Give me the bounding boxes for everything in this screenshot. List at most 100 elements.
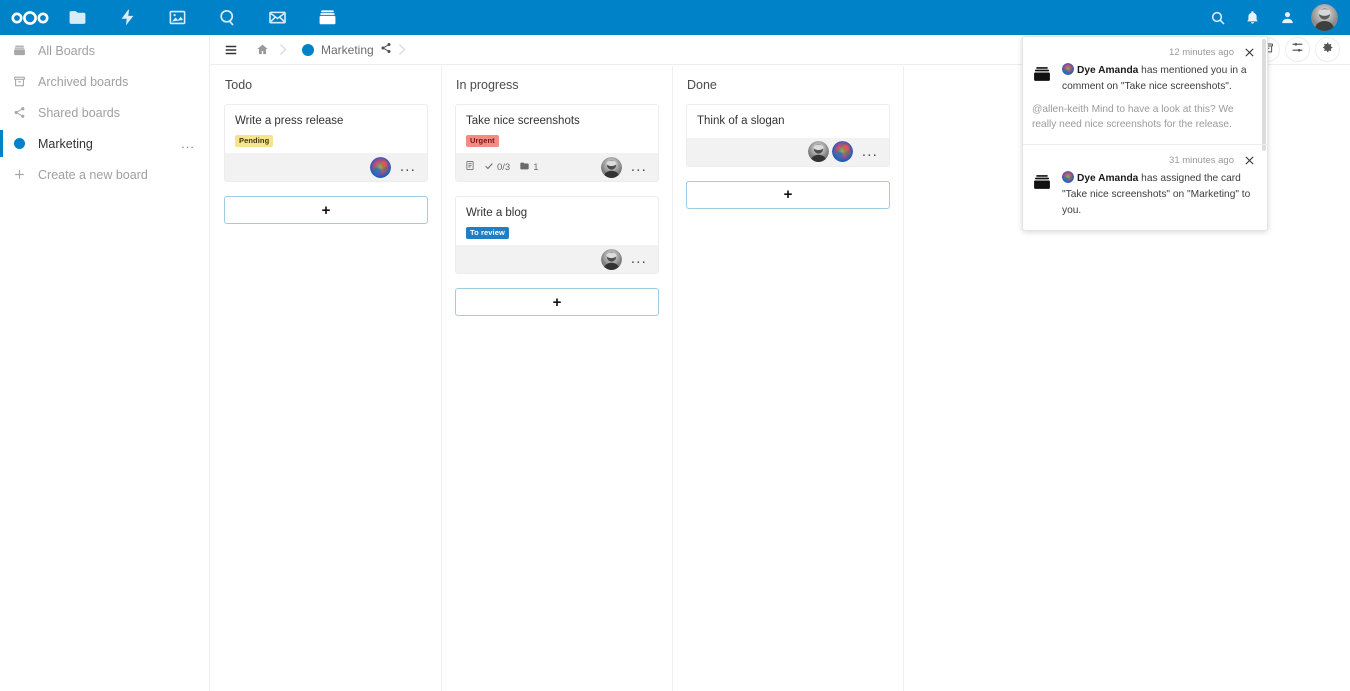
breadcrumb-board-name[interactable]: Marketing bbox=[321, 43, 374, 57]
stack-title: Todo bbox=[225, 78, 428, 92]
plus-icon bbox=[8, 168, 30, 181]
avatar[interactable] bbox=[808, 141, 829, 162]
deck-box-icon bbox=[318, 8, 337, 27]
card-footer: 0/3 1 bbox=[456, 153, 658, 181]
stack-title: Done bbox=[687, 78, 890, 92]
nextcloud-logo[interactable] bbox=[0, 0, 60, 35]
card-labels: Urgent bbox=[466, 135, 648, 147]
close-icon[interactable] bbox=[1242, 153, 1257, 168]
folder-icon bbox=[68, 8, 87, 27]
board-toolbar-actions bbox=[1255, 37, 1350, 62]
card-footer: ... bbox=[687, 138, 889, 166]
board-color-dot-icon bbox=[302, 44, 314, 56]
notification-time: 31 minutes ago bbox=[1169, 155, 1234, 166]
sidebar-item-marketing[interactable]: Marketing ... bbox=[0, 128, 209, 159]
sidebar: All Boards Archived boards Shared boards… bbox=[0, 35, 210, 691]
notification-text: Dye Amanda has assigned the card "Take n… bbox=[1062, 171, 1257, 218]
card-footer: ... bbox=[225, 153, 427, 181]
plus-icon: + bbox=[322, 203, 331, 218]
card[interactable]: Write a blog To review bbox=[455, 196, 659, 274]
search-icon[interactable] bbox=[1200, 0, 1235, 35]
sidebar-item-label: Shared boards bbox=[38, 106, 120, 120]
avatar bbox=[1062, 63, 1074, 75]
card-description-badge bbox=[465, 160, 475, 174]
share-icon[interactable] bbox=[380, 41, 392, 59]
notification-time: 12 minutes ago bbox=[1169, 47, 1234, 58]
card-label: To review bbox=[466, 227, 509, 239]
notification-header: 31 minutes ago bbox=[1032, 150, 1257, 170]
share-icon bbox=[8, 106, 30, 119]
envelope-icon bbox=[268, 8, 287, 27]
sidebar-item-label: Archived boards bbox=[38, 75, 128, 89]
sidebar-item-label: Marketing bbox=[38, 137, 93, 151]
sidebar-item-shared-boards[interactable]: Shared boards bbox=[0, 97, 209, 128]
add-card-button-done[interactable]: + bbox=[686, 181, 890, 209]
sidebar-item-create-board[interactable]: Create a new board bbox=[0, 159, 209, 190]
notification-header: 12 minutes ago bbox=[1032, 42, 1257, 62]
sidebar-item-all-boards[interactable]: All Boards bbox=[0, 35, 209, 66]
plus-icon: + bbox=[553, 295, 562, 310]
filter-icon bbox=[1291, 41, 1304, 59]
check-icon bbox=[484, 161, 494, 174]
image-icon bbox=[168, 8, 187, 27]
card-footer-right: ... bbox=[808, 141, 881, 162]
home-icon[interactable] bbox=[251, 39, 273, 61]
card-checklist-count: 0/3 bbox=[497, 162, 510, 173]
avatar[interactable] bbox=[370, 157, 391, 178]
card-menu-button[interactable]: ... bbox=[625, 164, 650, 170]
card-menu-button[interactable]: ... bbox=[394, 164, 419, 170]
card[interactable]: Take nice screenshots Urgent bbox=[455, 104, 659, 182]
nav-app-deck[interactable] bbox=[310, 0, 345, 35]
card-body: Think of a slogan bbox=[687, 105, 889, 138]
card-label: Pending bbox=[235, 135, 273, 147]
card-footer-right: ... bbox=[370, 157, 419, 178]
avatar[interactable] bbox=[601, 157, 622, 178]
avatar[interactable] bbox=[832, 141, 853, 162]
nav-app-activity[interactable] bbox=[110, 0, 145, 35]
card-menu-button[interactable]: ... bbox=[856, 149, 881, 155]
contacts-icon[interactable] bbox=[1270, 0, 1305, 35]
card[interactable]: Write a press release Pending bbox=[224, 104, 428, 182]
sidebar-item-menu-button[interactable]: ... bbox=[181, 140, 195, 148]
card-menu-button[interactable]: ... bbox=[625, 256, 650, 262]
notification-body: Dye Amanda has mentioned you in a commen… bbox=[1032, 63, 1257, 95]
description-icon bbox=[465, 160, 475, 174]
add-card-button-todo[interactable]: + bbox=[224, 196, 428, 224]
archive-icon bbox=[8, 75, 30, 88]
card-attachment-count: 1 bbox=[533, 162, 538, 173]
sidebar-item-label: Create a new board bbox=[38, 168, 148, 182]
bell-icon[interactable] bbox=[1235, 0, 1270, 35]
card[interactable]: Think of a slogan bbox=[686, 104, 890, 167]
stack-in-progress: In progress Take nice screenshots Urgent bbox=[442, 66, 673, 691]
plus-icon: + bbox=[784, 187, 793, 202]
hamburger-icon[interactable] bbox=[220, 39, 242, 61]
lightning-icon bbox=[118, 8, 137, 27]
stack-todo: Todo Write a press release Pending bbox=[211, 66, 442, 691]
deck-box-icon bbox=[1032, 63, 1054, 90]
sidebar-item-archived-boards[interactable]: Archived boards bbox=[0, 66, 209, 97]
nav-app-files[interactable] bbox=[60, 0, 95, 35]
filter-button[interactable] bbox=[1285, 37, 1310, 62]
board-settings-button[interactable] bbox=[1315, 37, 1340, 62]
close-icon[interactable] bbox=[1242, 45, 1257, 60]
notification-text: Dye Amanda has mentioned you in a commen… bbox=[1062, 63, 1257, 95]
notification-actor: Dye Amanda bbox=[1077, 173, 1138, 184]
add-card-button-in-progress[interactable]: + bbox=[455, 288, 659, 316]
app-menu bbox=[60, 0, 360, 35]
nav-app-photos[interactable] bbox=[160, 0, 195, 35]
nav-app-talk[interactable] bbox=[210, 0, 245, 35]
notification-item[interactable]: 12 minutes ago bbox=[1023, 37, 1267, 145]
notification-item[interactable]: 31 minutes ago bbox=[1023, 145, 1267, 229]
folder-icon bbox=[519, 161, 530, 174]
avatar bbox=[1062, 171, 1074, 183]
breadcrumb-separator bbox=[397, 43, 407, 56]
card-title: Write a press release bbox=[235, 114, 417, 129]
notification-body: Dye Amanda has assigned the card "Take n… bbox=[1032, 171, 1257, 218]
deck-box-icon bbox=[8, 44, 30, 57]
notification-actor: Dye Amanda bbox=[1077, 65, 1138, 76]
nav-app-mail[interactable] bbox=[260, 0, 295, 35]
avatar[interactable] bbox=[601, 249, 622, 270]
card-title: Take nice screenshots bbox=[466, 114, 648, 129]
avatar[interactable] bbox=[1311, 4, 1338, 31]
card-body: Write a press release Pending bbox=[225, 105, 427, 153]
